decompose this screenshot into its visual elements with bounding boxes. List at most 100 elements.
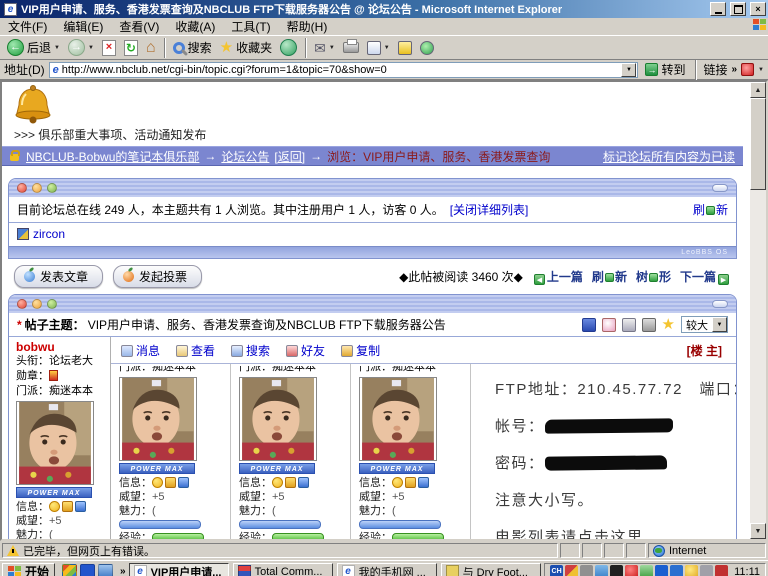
print-button[interactable] <box>340 41 362 54</box>
quick-launch-icon[interactable] <box>98 564 113 576</box>
post-tool-button[interactable]: 好友 <box>286 342 325 359</box>
vertical-scrollbar[interactable]: ▲ ▼ <box>750 82 766 539</box>
breadcrumb-back-link[interactable]: [返回] <box>274 148 305 165</box>
scroll-up-button[interactable]: ▲ <box>750 82 766 98</box>
close-light-icon[interactable] <box>17 183 27 193</box>
gender-icon[interactable] <box>178 477 189 488</box>
gender-icon[interactable] <box>418 477 429 488</box>
task-button[interactable]: Total Comm... <box>233 563 333 576</box>
bookmark-icon[interactable] <box>622 318 636 332</box>
zoom-light-icon[interactable] <box>47 183 57 193</box>
edit-button[interactable]: ▼ <box>364 40 393 56</box>
quick-launch-icon[interactable] <box>80 564 95 576</box>
post-tool-button[interactable]: 搜索 <box>231 342 270 359</box>
collapse-pill-button[interactable] <box>712 300 728 308</box>
back-button[interactable]: ← 后退 ▼ <box>4 38 63 57</box>
task-button[interactable]: e 我的手机网 ... <box>337 563 437 576</box>
smiley-icon[interactable] <box>392 477 403 488</box>
new-post-button[interactable]: 发表文章 <box>14 265 103 288</box>
links-label[interactable]: 链接 <box>703 61 727 78</box>
minimize-light-icon[interactable] <box>32 299 42 309</box>
mail-dropdown-icon[interactable]: ▼ <box>329 45 335 51</box>
mail-button[interactable]: ✉ ▼ <box>311 40 338 56</box>
home-button[interactable]: ⌂ <box>143 39 159 57</box>
address-dropdown-button[interactable]: ▼ <box>621 63 636 77</box>
back-dropdown-icon[interactable]: ▼ <box>54 45 60 51</box>
save-icon[interactable] <box>582 318 596 332</box>
close-light-icon[interactable] <box>17 299 27 309</box>
menu-item[interactable]: 文件(F) <box>0 18 55 35</box>
history-button[interactable] <box>277 38 300 57</box>
next-thread-link[interactable]: 下一篇▶ <box>680 268 731 286</box>
links-overflow-icon[interactable]: » <box>731 64 737 75</box>
author-name[interactable]: bobwu <box>16 340 106 354</box>
start-button[interactable]: 开始 <box>2 563 55 576</box>
card-icon[interactable] <box>62 501 73 512</box>
tray-icon[interactable] <box>640 565 653 576</box>
discuss-button[interactable] <box>395 40 415 56</box>
member-link[interactable]: zircon <box>33 227 65 241</box>
tray-icon[interactable] <box>580 565 593 576</box>
forward-dropdown-icon[interactable]: ▼ <box>88 45 94 51</box>
post-tool-button[interactable]: 查看 <box>176 342 215 359</box>
font-size-select[interactable]: 较大 ▼ <box>681 316 728 333</box>
tree-view-link[interactable]: 树形 <box>636 268 671 285</box>
prev-thread-link[interactable]: ◀上一篇 <box>532 268 583 286</box>
favorite-star-icon[interactable]: ★ <box>662 317 675 332</box>
tray-icon[interactable] <box>715 565 728 576</box>
post-tool-button[interactable]: 复制 <box>341 342 380 359</box>
clock[interactable]: 11:11 <box>734 566 760 576</box>
movie-list-link[interactable]: 电影列表请点击这里 <box>495 526 736 539</box>
smiley-icon[interactable] <box>49 501 60 512</box>
gender-icon[interactable] <box>298 477 309 488</box>
report-icon[interactable] <box>602 318 616 332</box>
new-vote-button[interactable]: 发起投票 <box>113 265 202 288</box>
restore-button[interactable] <box>730 2 746 16</box>
antivirus-toolbar-icon[interactable] <box>741 63 754 76</box>
quick-launch-overflow-icon[interactable]: » <box>120 566 126 576</box>
menu-item[interactable]: 帮助(H) <box>279 18 336 35</box>
card-icon[interactable] <box>285 477 296 488</box>
gender-icon[interactable] <box>75 501 86 512</box>
scroll-down-button[interactable]: ▼ <box>750 523 766 539</box>
close-button[interactable]: × <box>750 2 766 16</box>
messenger-button[interactable] <box>417 40 437 56</box>
task-button[interactable]: 与 Dry Foot... <box>441 563 541 576</box>
menu-item[interactable]: 工具(T) <box>223 18 278 35</box>
card-icon[interactable] <box>405 477 416 488</box>
tray-icon[interactable] <box>625 565 638 576</box>
close-detail-link[interactable]: [关闭详细列表] <box>450 201 529 218</box>
zoom-light-icon[interactable] <box>47 299 57 309</box>
breadcrumb-club-link[interactable]: NBCLUB-Bobwu的笔记本俱乐部 <box>26 148 199 165</box>
tray-icon[interactable] <box>685 565 698 576</box>
stop-button[interactable]: × <box>99 39 119 57</box>
antivirus-dropdown-icon[interactable]: ▼ <box>758 67 764 73</box>
tray-icon[interactable] <box>595 565 608 576</box>
refresh-button[interactable]: ↻ <box>121 39 141 57</box>
menu-item[interactable]: 收藏(A) <box>167 18 223 35</box>
smiley-icon[interactable] <box>272 477 283 488</box>
menu-item[interactable]: 编辑(E) <box>55 18 111 35</box>
quick-launch-icon[interactable] <box>62 564 77 576</box>
warning-icon[interactable] <box>7 545 19 556</box>
smiley-icon[interactable] <box>152 477 163 488</box>
favorites-button[interactable]: ★ 收藏夹 <box>217 38 275 57</box>
task-button[interactable]: e VIP用户申请... <box>129 563 229 576</box>
font-size-dropdown-icon[interactable]: ▼ <box>712 317 727 332</box>
refresh-thread-link[interactable]: 刷新 <box>592 268 627 285</box>
tray-icon[interactable] <box>610 565 623 576</box>
scrollbar-thumb[interactable] <box>750 98 766 190</box>
breadcrumb-board-link[interactable]: 论坛公告 <box>221 148 269 165</box>
print-thread-icon[interactable] <box>642 318 656 332</box>
menu-item[interactable]: 查看(V) <box>111 18 167 35</box>
address-input[interactable]: e http://www.nbclub.net/cgi-bin/topic.cg… <box>49 62 639 78</box>
tray-icon[interactable]: CH <box>550 565 563 576</box>
tray-icon[interactable] <box>565 565 578 576</box>
tray-icon[interactable] <box>700 565 713 576</box>
post-tool-button[interactable]: 消息 <box>121 342 160 359</box>
tray-icon[interactable] <box>670 565 683 576</box>
mark-all-read-link[interactable]: 标记论坛所有内容为已读 <box>603 148 735 165</box>
collapse-pill-button[interactable] <box>712 184 728 192</box>
go-button[interactable]: → 转到 <box>642 60 688 79</box>
edit-dropdown-icon[interactable]: ▼ <box>384 45 390 51</box>
